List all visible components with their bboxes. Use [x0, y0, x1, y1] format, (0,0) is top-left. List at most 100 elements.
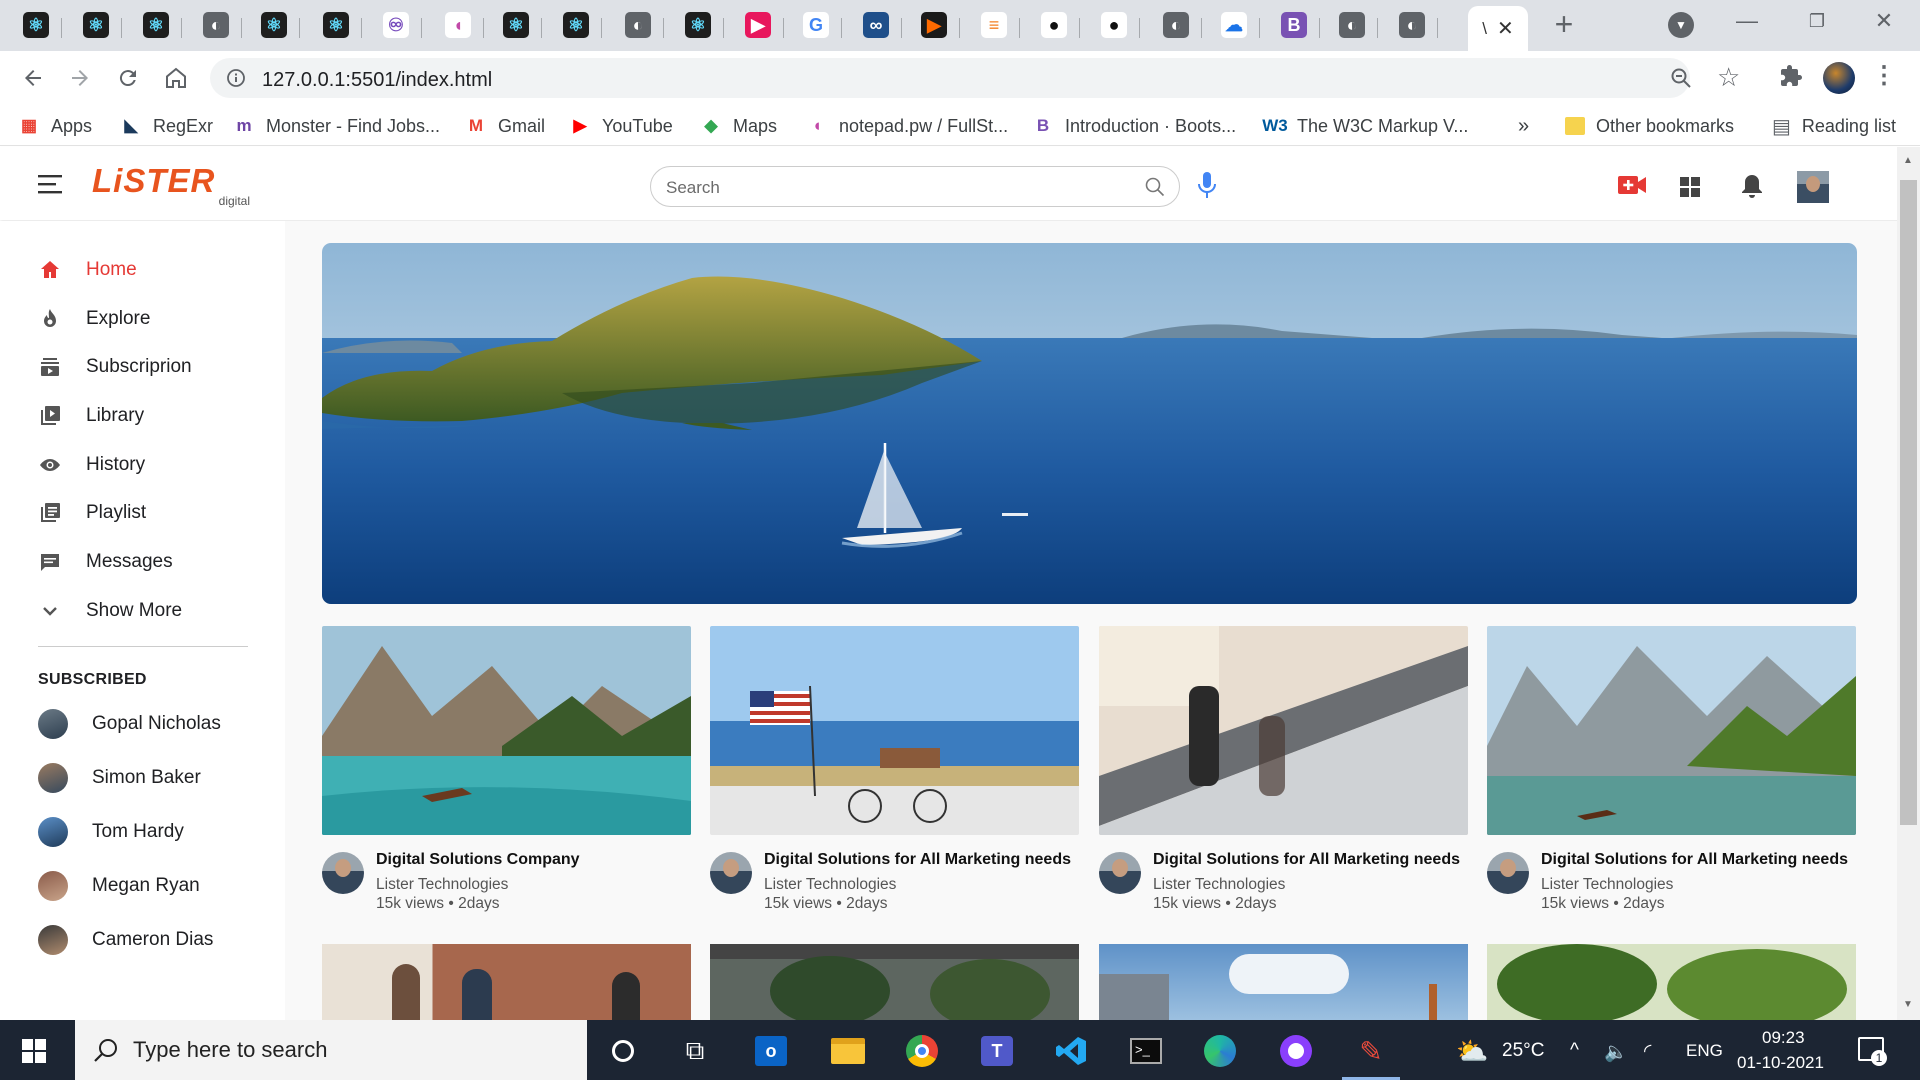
menu-kebab-icon[interactable]: ⋮: [1872, 63, 1896, 89]
browser-tab[interactable]: ⚛: [70, 5, 122, 45]
browser-tab[interactable]: ⚛: [490, 5, 542, 45]
browser-tab[interactable]: ◐: [612, 5, 664, 45]
channel-name[interactable]: Lister Technologies: [1153, 876, 1285, 894]
sidebar-item-explore[interactable]: Explore: [38, 299, 258, 339]
app-pin-icon[interactable]: ✎: [1352, 1032, 1390, 1070]
github-desktop-icon[interactable]: [1277, 1032, 1315, 1070]
microphone-icon[interactable]: [1196, 171, 1218, 201]
video-card[interactable]: Digital Solutions for All Marketing need…: [1099, 626, 1468, 912]
channel-avatar[interactable]: [710, 852, 752, 894]
subscribed-channel[interactable]: Gopal Nicholas: [38, 707, 221, 741]
channel-name[interactable]: Lister Technologies: [1541, 876, 1673, 894]
vscode-icon[interactable]: [1052, 1032, 1090, 1070]
clock-time[interactable]: 09:23: [1762, 1028, 1805, 1048]
video-thumbnail[interactable]: [1099, 944, 1468, 1020]
bookmark-star-icon[interactable]: ☆: [1717, 63, 1740, 91]
bookmark-item[interactable]: ◖ notepad.pw / FullSt...: [806, 113, 1008, 139]
profile-avatar[interactable]: [1823, 62, 1855, 94]
video-title[interactable]: Digital Solutions for All Marketing need…: [764, 851, 1071, 869]
create-video-icon[interactable]: [1617, 174, 1647, 196]
channel-name[interactable]: Lister Technologies: [764, 876, 896, 894]
temperature-label[interactable]: 25°C: [1502, 1040, 1544, 1062]
outlook-icon[interactable]: o: [752, 1032, 790, 1070]
browser-tab[interactable]: ⚛: [310, 5, 362, 45]
windows-start-icon[interactable]: [22, 1039, 46, 1063]
sidebar-item-subscriprion[interactable]: Subscriprion: [38, 347, 258, 387]
clock-date[interactable]: 01-10-2021: [1737, 1053, 1824, 1073]
browser-tab[interactable]: ◐: [190, 5, 242, 45]
lister-logo[interactable]: LiSTER digital: [92, 163, 252, 209]
language-indicator[interactable]: ENG: [1686, 1041, 1723, 1061]
browser-tab[interactable]: B: [1268, 5, 1320, 45]
edge-icon[interactable]: [1201, 1032, 1239, 1070]
bookmark-item[interactable]: ◆ Maps: [700, 113, 777, 139]
browser-tab[interactable]: ∞: [850, 5, 902, 45]
tab-search-button[interactable]: ▼: [1668, 12, 1694, 38]
scroll-down-arrow-icon[interactable]: ▼: [1903, 999, 1913, 1010]
terminal-icon[interactable]: >_: [1127, 1032, 1165, 1070]
bookmark-item[interactable]: ◣ RegExr: [120, 113, 213, 139]
video-thumbnail[interactable]: [322, 944, 691, 1020]
video-thumbnail[interactable]: [322, 626, 691, 835]
browser-tab[interactable]: ●: [1088, 5, 1140, 45]
bookmark-item[interactable]: ▶ YouTube: [569, 113, 672, 139]
chrome-icon[interactable]: [903, 1032, 941, 1070]
browser-tab[interactable]: ≡: [968, 5, 1020, 45]
search-icon[interactable]: [1144, 176, 1166, 198]
hamburger-menu-icon[interactable]: [36, 172, 64, 196]
scrollbar-thumb[interactable]: [1900, 180, 1917, 825]
video-thumbnail[interactable]: [1487, 944, 1856, 1020]
browser-tab[interactable]: ◖: [432, 5, 484, 45]
scroll-up-arrow-icon[interactable]: ▲: [1903, 155, 1913, 166]
browser-tab[interactable]: ◐: [1386, 5, 1438, 45]
sidebar-item-playlist[interactable]: Playlist: [38, 493, 258, 533]
reload-button[interactable]: [111, 61, 145, 95]
browser-tab[interactable]: ⚛: [550, 5, 602, 45]
back-button[interactable]: [16, 61, 50, 95]
browser-tab[interactable]: ♾: [370, 5, 422, 45]
restore-button[interactable]: ❐: [1797, 11, 1837, 41]
subscribed-channel[interactable]: Megan Ryan: [38, 869, 200, 903]
channel-name[interactable]: Lister Technologies: [376, 876, 508, 894]
close-window-button[interactable]: ✕: [1864, 8, 1904, 38]
browser-tab[interactable]: ▶: [732, 5, 784, 45]
subscribed-channel[interactable]: Simon Baker: [38, 761, 201, 795]
url-text[interactable]: 127.0.0.1:5501/index.html: [262, 69, 492, 92]
address-bar[interactable]: 127.0.0.1:5501/index.html: [210, 58, 1691, 98]
browser-tab[interactable]: ◐: [1150, 5, 1202, 45]
close-tab-icon[interactable]: ✕: [1497, 16, 1514, 41]
sidebar-item-library[interactable]: Library: [38, 396, 258, 436]
browser-tab[interactable]: ⚛: [10, 5, 62, 45]
page-scrollbar[interactable]: ▲ ▼: [1897, 147, 1920, 1020]
file-explorer-icon[interactable]: [829, 1032, 867, 1070]
hero-banner[interactable]: [322, 243, 1857, 604]
video-card[interactable]: Digital Solutions for All Marketing need…: [710, 626, 1079, 912]
cortana-icon[interactable]: [604, 1032, 642, 1070]
minimize-button[interactable]: —: [1727, 8, 1767, 38]
video-card[interactable]: Digital Solutions for All Marketing need…: [1487, 626, 1856, 912]
browser-tab[interactable]: ◐: [1326, 5, 1378, 45]
video-card[interactable]: Digital Solutions Company Lister Technolo…: [322, 626, 691, 912]
browser-tab[interactable]: ⚛: [248, 5, 300, 45]
browser-tab[interactable]: ●: [1028, 5, 1080, 45]
other-bookmarks-folder[interactable]: Other bookmarks: [1565, 113, 1734, 139]
video-title[interactable]: Digital Solutions for All Marketing need…: [1541, 851, 1848, 869]
home-button[interactable]: [159, 61, 193, 95]
teams-icon[interactable]: T: [978, 1032, 1016, 1070]
show-hidden-icons-icon[interactable]: ^: [1570, 1040, 1579, 1062]
apps-grid-icon[interactable]: [1679, 176, 1701, 198]
video-title[interactable]: Digital Solutions for All Marketing need…: [1153, 851, 1460, 869]
search-input[interactable]: Search: [666, 178, 720, 198]
browser-tab[interactable]: G: [790, 5, 842, 45]
forward-button[interactable]: [63, 61, 97, 95]
video-thumbnail[interactable]: [710, 944, 1079, 1020]
sidebar-item-home[interactable]: Home: [38, 250, 258, 290]
taskbar-search-box[interactable]: Type here to search: [75, 1020, 587, 1080]
browser-tab[interactable]: ⚛: [672, 5, 724, 45]
video-thumbnail[interactable]: [710, 626, 1079, 835]
task-view-icon[interactable]: ⧉: [676, 1032, 714, 1070]
subscribed-channel[interactable]: Cameron Dias: [38, 923, 213, 957]
video-title[interactable]: Digital Solutions Company: [376, 851, 580, 869]
bookmark-item[interactable]: W3 The W3C Markup V...: [1262, 113, 1468, 139]
bookmark-item[interactable]: M Gmail: [465, 113, 545, 139]
